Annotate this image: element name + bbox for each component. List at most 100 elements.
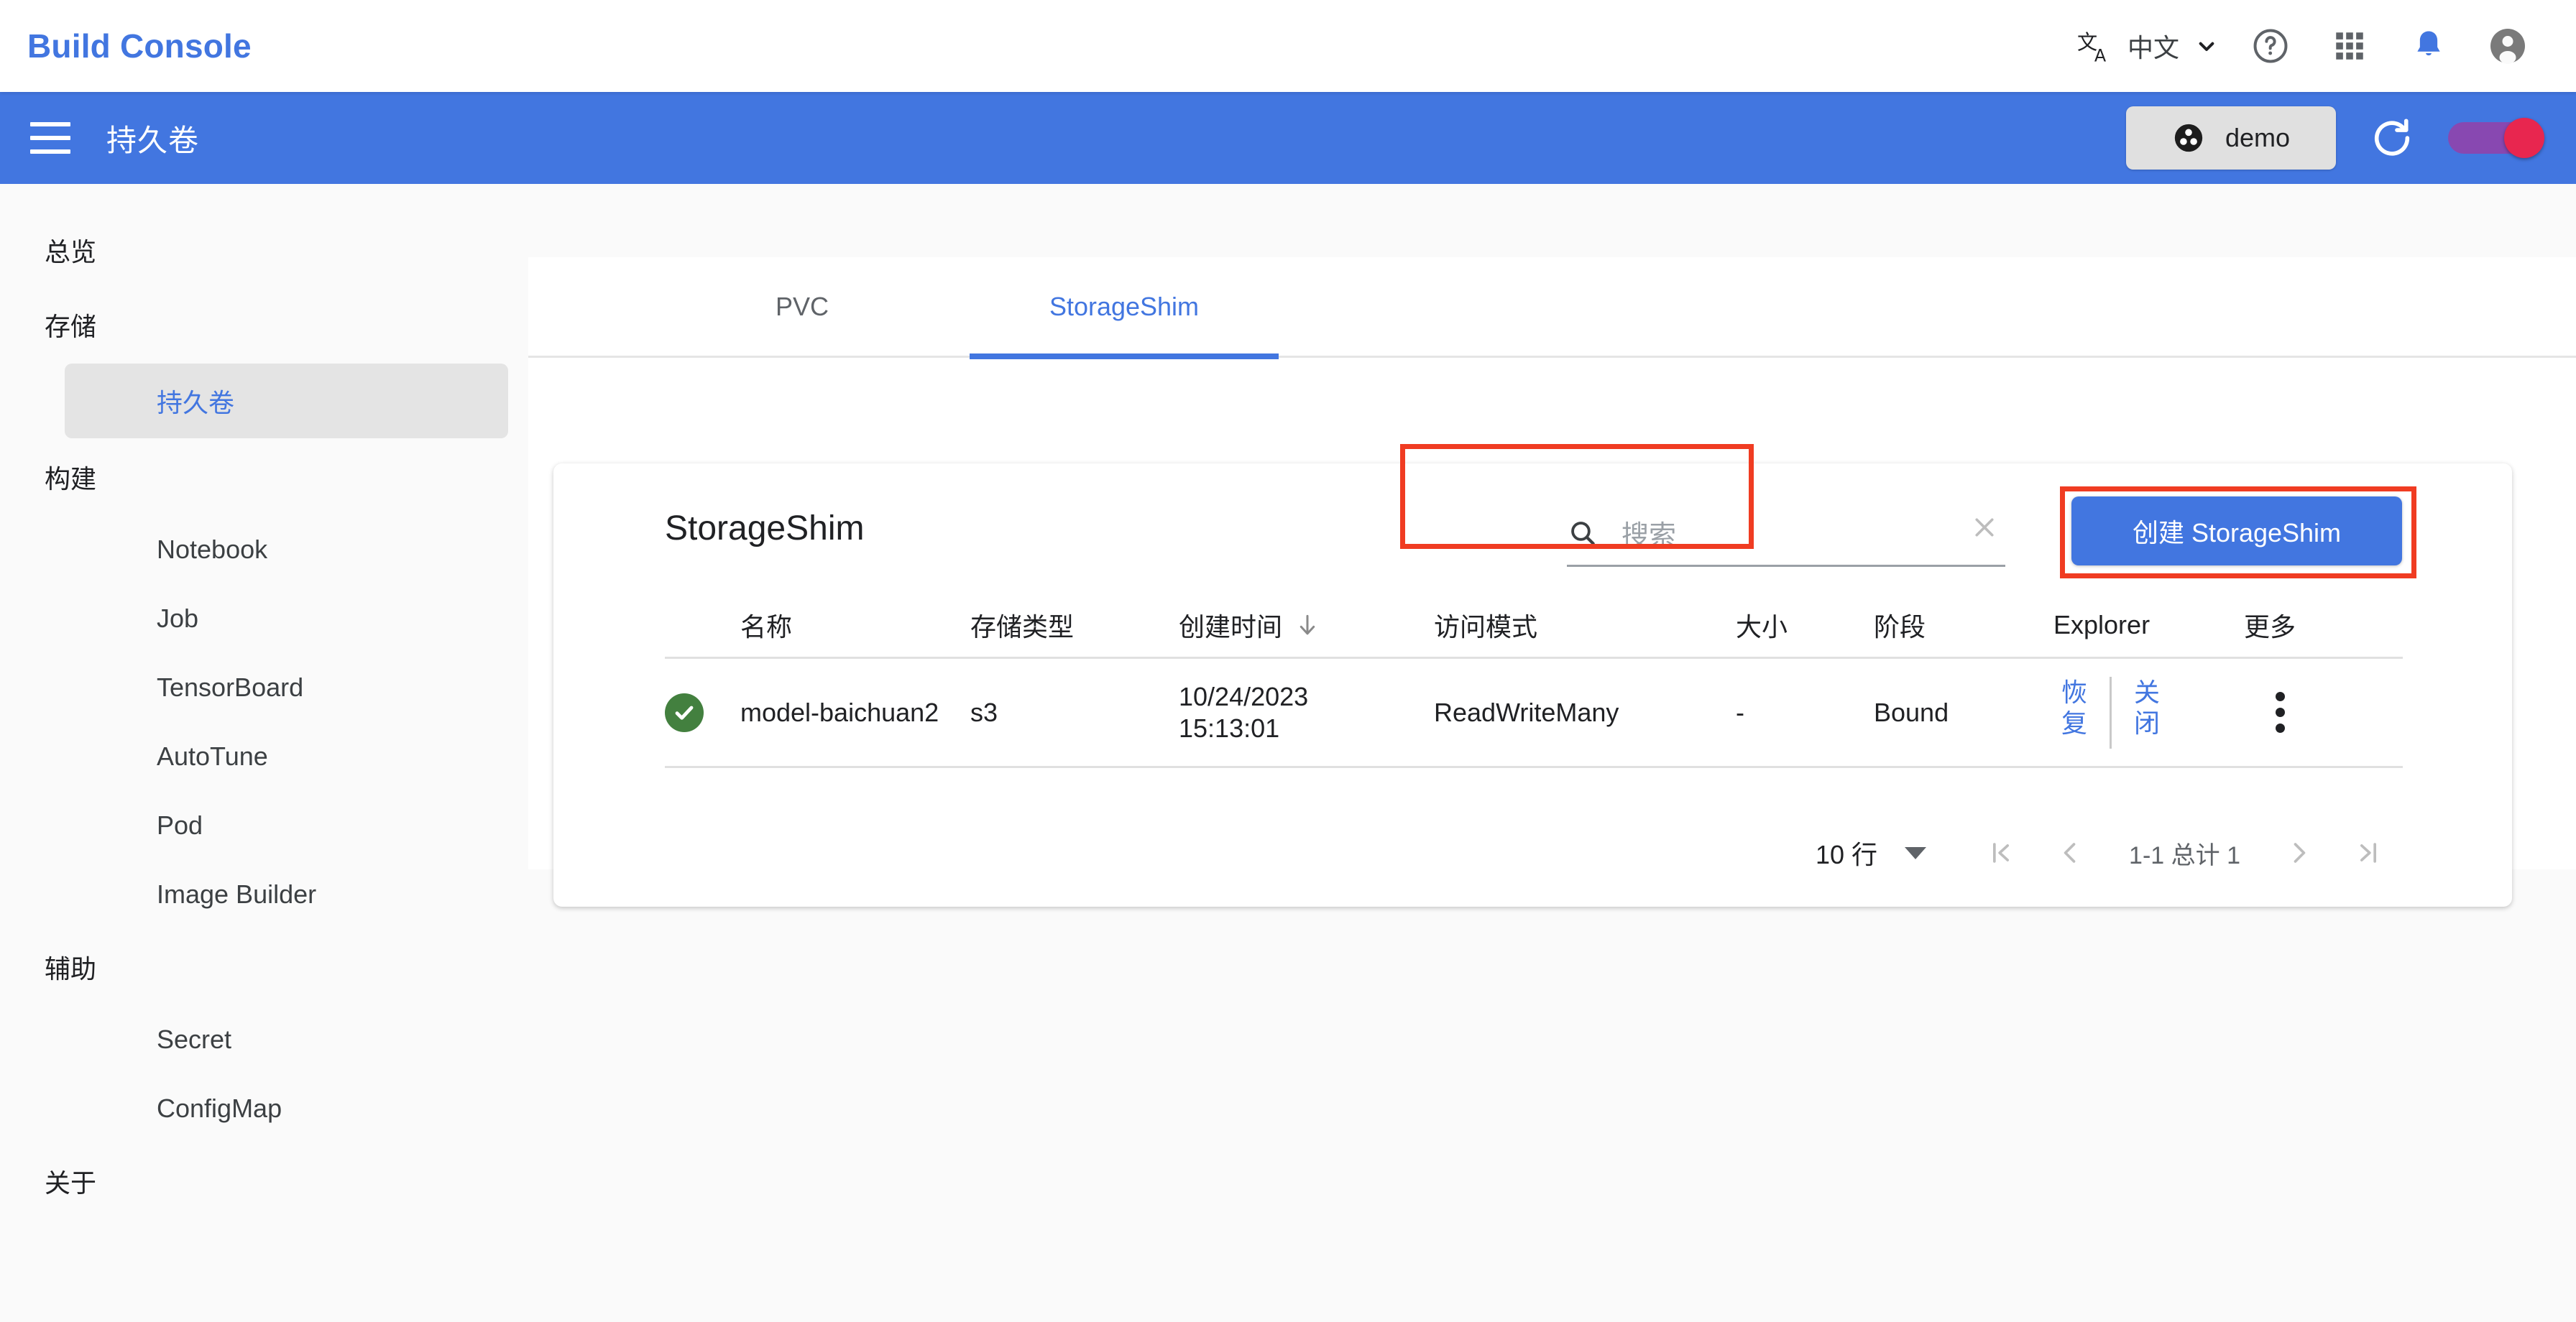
notifications-button[interactable] <box>2389 11 2468 80</box>
column-header-explorer: Explorer <box>2053 609 2150 639</box>
arrow-down-icon <box>1294 611 1321 639</box>
chevron-down-icon <box>2192 32 2221 60</box>
pagination-range-label: 1-1 总计 1 <box>2129 841 2240 869</box>
main-content: PVC StorageShim StorageShim 搜索 创建 Storag… <box>528 184 2576 1322</box>
sidebar-item-image-builder[interactable]: Image Builder <box>65 861 508 928</box>
tab-pvc[interactable]: PVC <box>684 256 921 357</box>
translate-icon: 文 A <box>2077 27 2115 65</box>
namespace-label: demo <box>2225 123 2290 152</box>
sidebar-item-secret[interactable]: Secret <box>65 1006 508 1073</box>
cell-explorer: 恢复 关闭 <box>2053 676 2244 749</box>
rows-per-page-label: 10 行 <box>1816 840 1878 869</box>
language-selector[interactable]: 文 A 中文 <box>2067 27 2231 65</box>
search-input[interactable]: 搜索 <box>1622 513 1676 553</box>
column-header-created[interactable]: 创建时间 <box>1179 606 1434 644</box>
cell-size: - <box>1736 697 1744 727</box>
cell-access-mode: ReadWriteMany <box>1434 697 1619 727</box>
first-page-button[interactable] <box>1966 818 2036 887</box>
app-brand-title: Build Console <box>27 27 252 65</box>
cell-name[interactable]: model-baichuan2 <box>740 697 970 729</box>
refresh-button[interactable] <box>2369 115 2415 161</box>
table-row[interactable]: model-baichuan2 s3 10/24/2023 15:13:01 R… <box>665 659 2403 768</box>
apps-button[interactable] <box>2310 11 2389 80</box>
check-circle-icon <box>665 693 704 732</box>
tab-storageshim-label: StorageShim <box>1049 291 1200 321</box>
cell-storage-type: s3 <box>970 697 998 727</box>
language-label: 中文 <box>2127 33 2179 63</box>
chevron-left-icon <box>2054 837 2086 869</box>
table-header-row: 名称 存储类型 创建时间 访问模式 大小 阶段 Explorer 更多 <box>665 593 2403 659</box>
last-page-icon <box>2352 837 2384 869</box>
sidebar: 总览 存储 持久卷 构建 Notebook Job TensorBoard Au… <box>0 184 528 1322</box>
more-vert-icon[interactable] <box>2276 692 2286 733</box>
cell-more <box>2244 692 2403 733</box>
column-header-more: 更多 <box>2244 611 2296 642</box>
search-clear-icon[interactable] <box>1968 511 2001 547</box>
first-page-icon <box>1985 837 2017 869</box>
refresh-icon <box>2369 115 2415 161</box>
column-header-storage-type[interactable]: 存储类型 <box>970 606 1179 644</box>
card-header: StorageShim 搜索 创建 StorageShim <box>553 463 2512 593</box>
storageshim-card: StorageShim 搜索 创建 StorageShim 名称 存储类型 创建… <box>553 463 2512 907</box>
pagination: 10 行 1-1 总计 1 <box>553 799 2512 907</box>
sidebar-section-storage[interactable]: 存储 <box>0 287 528 362</box>
card-title: StorageShim <box>665 509 865 547</box>
toggle-thumb <box>2504 118 2544 158</box>
namespace-icon <box>2172 121 2205 154</box>
search-icon <box>1567 517 1598 549</box>
next-page-button[interactable] <box>2265 818 2334 887</box>
column-header-name[interactable]: 名称 <box>740 606 970 644</box>
top-header: Build Console 文 A 中文 <box>0 0 2576 92</box>
help-button[interactable] <box>2231 11 2310 80</box>
svg-text:A: A <box>2094 46 2107 65</box>
prev-page-button[interactable] <box>2036 818 2104 887</box>
app-bar: 持久卷 demo <box>0 92 2576 184</box>
sidebar-item-overview[interactable]: 总览 <box>0 213 528 287</box>
storageshim-table: 名称 存储类型 创建时间 访问模式 大小 阶段 Explorer 更多 mode… <box>665 593 2403 768</box>
sidebar-item-persistent-volume[interactable]: 持久卷 <box>65 364 508 438</box>
sidebar-section-auxiliary[interactable]: 辅助 <box>0 930 528 1004</box>
tab-active-indicator <box>970 353 1279 359</box>
cell-phase: Bound <box>1874 697 1949 727</box>
explorer-close-link[interactable]: 关闭 <box>2126 677 2168 749</box>
page-title: 持久卷 <box>106 123 200 157</box>
sidebar-item-notebook[interactable]: Notebook <box>65 516 508 583</box>
help-circle-icon <box>2250 26 2291 66</box>
sidebar-item-about[interactable]: 关于 <box>0 1144 528 1219</box>
bell-icon <box>2409 26 2449 66</box>
sidebar-item-pod[interactable]: Pod <box>65 792 508 859</box>
header-actions: 文 A 中文 <box>2067 11 2547 80</box>
namespace-chip[interactable]: demo <box>2125 106 2336 170</box>
cell-created-time: 15:13:01 <box>1179 713 1280 743</box>
create-storageshim-button[interactable]: 创建 StorageShim <box>2071 496 2402 565</box>
row-status <box>665 693 740 732</box>
account-button[interactable] <box>2468 11 2547 80</box>
sidebar-item-configmap[interactable]: ConfigMap <box>65 1075 508 1142</box>
hamburger-menu-icon[interactable] <box>30 122 70 154</box>
column-header-access-mode[interactable]: 访问模式 <box>1434 606 1736 644</box>
sidebar-item-job[interactable]: Job <box>65 585 508 652</box>
explorer-actions: 恢复 关闭 <box>2053 676 2244 749</box>
chevron-right-icon <box>2283 837 2315 869</box>
chevron-down-icon <box>1905 846 1927 859</box>
explorer-actions-divider <box>2110 676 2112 749</box>
sidebar-item-tensorboard[interactable]: TensorBoard <box>65 654 508 721</box>
cell-created-date: 10/24/2023 <box>1179 681 1309 711</box>
account-circle-icon <box>2486 24 2529 68</box>
tab-storageshim[interactable]: StorageShim <box>970 256 1279 359</box>
apps-grid-icon <box>2332 28 2368 64</box>
last-page-button[interactable] <box>2334 818 2403 887</box>
sidebar-item-autotune[interactable]: AutoTune <box>65 723 508 790</box>
tabs-bar: PVC StorageShim <box>528 256 2576 359</box>
app-bar-actions: demo <box>2125 106 2544 170</box>
sidebar-section-build[interactable]: 构建 <box>0 440 528 514</box>
cell-created: 10/24/2023 15:13:01 <box>1179 681 1434 744</box>
column-header-size[interactable]: 大小 <box>1736 606 1874 644</box>
theme-toggle[interactable] <box>2448 118 2544 158</box>
search-field[interactable]: 搜索 <box>1567 501 2005 567</box>
tabs-panel: PVC StorageShim StorageShim 搜索 创建 Storag… <box>528 256 2576 907</box>
rows-per-page-select[interactable]: 10 行 <box>1816 834 1927 872</box>
explorer-restore-link[interactable]: 恢复 <box>2053 677 2095 749</box>
column-header-created-label: 创建时间 <box>1179 611 1283 642</box>
column-header-phase[interactable]: 阶段 <box>1874 606 2053 644</box>
